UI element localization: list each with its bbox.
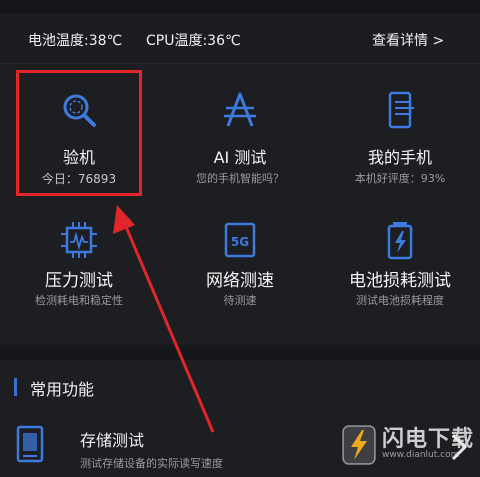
phone-info-icon xyxy=(388,91,414,129)
feature-title: 网络测速 xyxy=(206,271,274,291)
list-item-label: 存储测试 xyxy=(80,431,145,450)
ai-letter-icon xyxy=(224,92,256,127)
list-item-description: 测试存储设备的实际读写速度 xyxy=(80,457,223,470)
feature-subtitle: 待测速 xyxy=(223,294,257,307)
lightning-logo-icon xyxy=(342,425,376,465)
feature-network-speed[interactable]: 5G 网络测速 待测速 xyxy=(165,212,315,342)
top-strip xyxy=(0,0,480,13)
cpu-temperature: CPU温度:36℃ xyxy=(146,33,241,49)
feature-stress-test[interactable]: 压力测试 检测耗电和稳定性 xyxy=(4,212,154,342)
storage-card-icon xyxy=(16,425,44,463)
battery-charging-icon xyxy=(387,222,413,260)
feature-title: 压力测试 xyxy=(45,271,113,291)
feature-subtitle: 测试电池损耗程度 xyxy=(356,294,444,307)
svg-text:5G: 5G xyxy=(231,235,249,249)
feature-my-phone[interactable]: 我的手机 本机好评度：93% xyxy=(325,74,475,204)
5g-icon: 5G xyxy=(224,222,256,258)
section-divider xyxy=(0,348,480,360)
feature-battery-wear[interactable]: 电池损耗测试 测试电池损耗程度 xyxy=(325,212,475,342)
feature-subtitle: 检测耗电和稳定性 xyxy=(35,294,123,307)
feature-subtitle: 您的手机智能吗？ xyxy=(196,172,284,185)
feature-title: 我的手机 xyxy=(367,148,432,167)
highlight-box xyxy=(16,70,142,196)
feature-title: 电池损耗测试 xyxy=(349,271,451,291)
temperature-bar: 电池温度:38℃ CPU温度:36℃ 查看详情 > xyxy=(0,13,480,64)
feature-ai-test[interactable]: AI 测试 您的手机智能吗？ xyxy=(165,74,315,204)
section-accent-bar xyxy=(14,378,17,396)
chevron-right-icon[interactable] xyxy=(448,432,470,462)
feature-title: AI 测试 xyxy=(213,148,267,167)
view-details-link[interactable]: 查看详情 > xyxy=(372,30,444,50)
feature-subtitle: 本机好评度：93% xyxy=(354,172,446,185)
chip-icon xyxy=(61,222,97,258)
section-title: 常用功能 xyxy=(30,380,95,399)
battery-temperature: 电池温度:38℃ xyxy=(28,33,123,49)
